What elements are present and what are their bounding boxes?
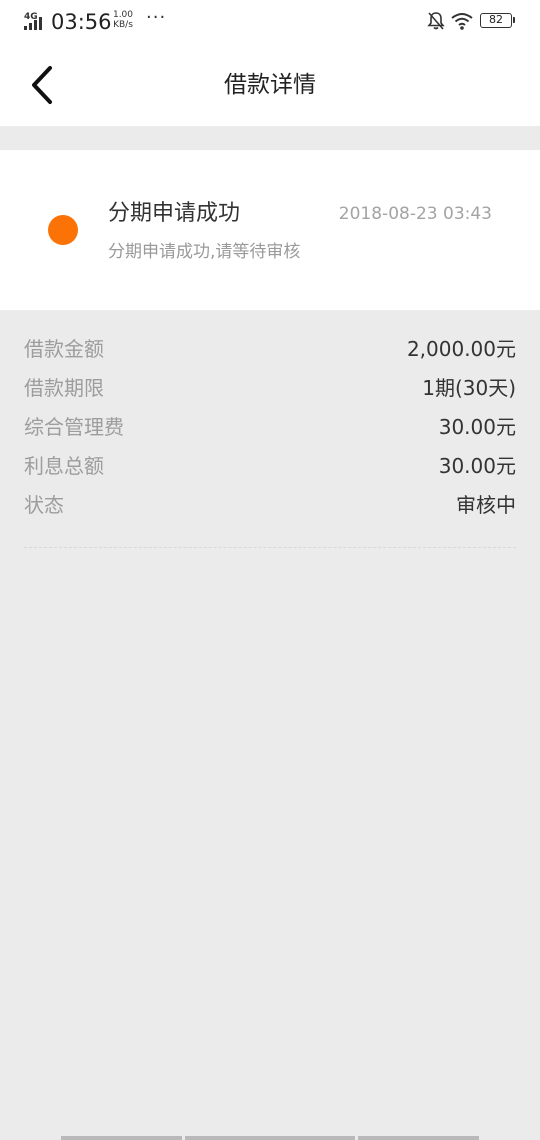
bell-off-icon: [427, 12, 445, 30]
wifi-icon: [451, 13, 473, 30]
network-speed-value: 1.00: [112, 10, 134, 20]
status-timestamp: 2018-08-23 03:43: [338, 204, 492, 224]
detail-row-loan-amount: 借款金额 2,000.00元: [24, 330, 516, 369]
clock: 03:56: [51, 10, 112, 34]
bottom-tab-fragment: [358, 1136, 479, 1140]
status-title: 分期申请成功: [108, 201, 241, 226]
loan-term-value: 1期(30天): [422, 376, 516, 400]
detail-row-management-fee: 综合管理费 30.00元: [24, 408, 516, 447]
loan-detail-list: 借款金额 2,000.00元 借款期限 1期(30天) 综合管理费 30.00元…: [24, 330, 516, 525]
status-bar: 4G 03:56 1.00 KB/s ··· 82: [0, 0, 540, 44]
signal-icon: 4G: [24, 12, 42, 30]
dashed-divider: [24, 547, 516, 548]
detail-row-loan-term: 借款期限 1期(30天): [24, 369, 516, 408]
page-title: 借款详情: [224, 72, 316, 98]
detail-row-total-interest: 利息总额 30.00元: [24, 447, 516, 486]
loan-amount-value: 2,000.00元: [406, 337, 516, 361]
battery-icon: 82: [480, 13, 515, 28]
status-label: 状态: [24, 493, 64, 517]
bottom-tab-fragment: [185, 1136, 355, 1140]
network-speed: 1.00 KB/s: [111, 10, 135, 30]
total-interest-value: 30.00元: [438, 454, 516, 478]
status-value: 审核中: [456, 493, 516, 517]
status-description: 分期申请成功,请等待审核: [108, 242, 301, 262]
more-notifications-icon: ···: [146, 7, 167, 28]
loan-amount-label: 借款金额: [24, 337, 104, 361]
application-status-card: 分期申请成功 2018-08-23 03:43 分期申请成功,请等待审核: [0, 150, 540, 310]
bottom-tab-fragment: [61, 1136, 182, 1140]
management-fee-value: 30.00元: [438, 415, 516, 439]
management-fee-label: 综合管理费: [24, 415, 124, 439]
network-speed-unit: KB/s: [113, 20, 133, 30]
status-dot-icon: [48, 215, 78, 245]
detail-row-status: 状态 审核中: [24, 486, 516, 525]
nav-bar: 借款详情: [0, 44, 540, 126]
loan-term-label: 借款期限: [24, 376, 104, 400]
total-interest-label: 利息总额: [24, 454, 104, 478]
